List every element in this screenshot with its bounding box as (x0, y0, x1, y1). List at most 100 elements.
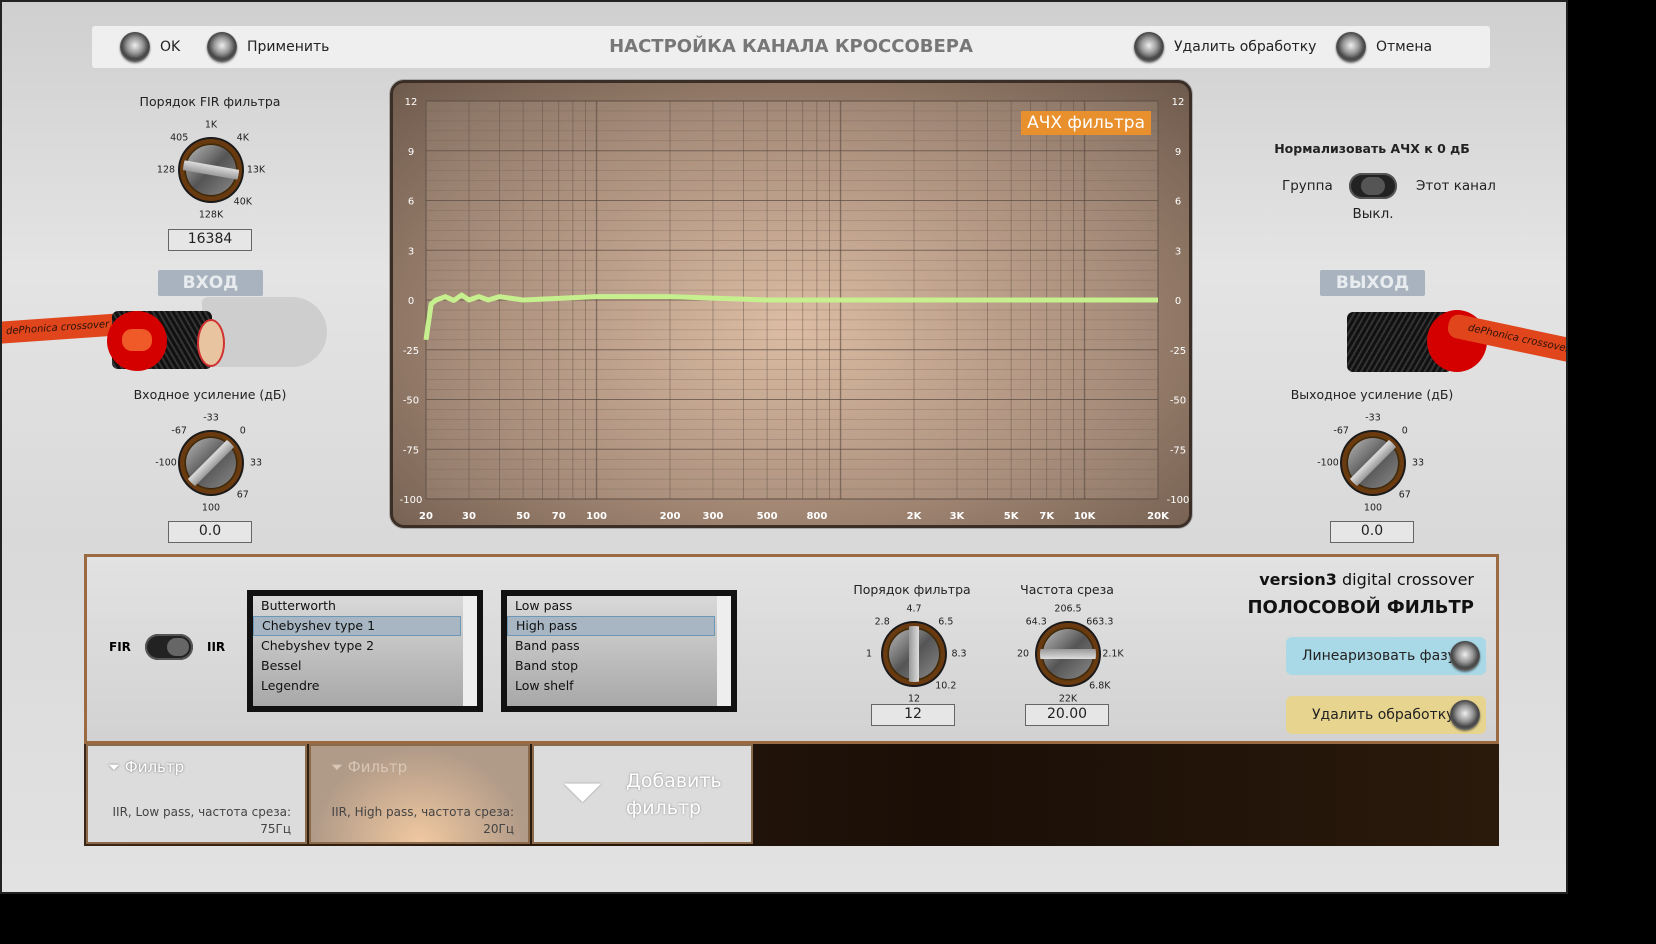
filter-tab-title: ⏷ Фильтр (108, 758, 184, 776)
knob-tick-label: 0 (1401, 425, 1408, 437)
add-filter-label: Добавить фильтр (626, 770, 722, 819)
top-bar: OK Применить НАСТРОЙКА КАНАЛА КРОССОВЕРА… (92, 26, 1490, 68)
scrollbar[interactable] (717, 596, 731, 706)
filter-title: Фильтр (124, 758, 185, 776)
filter-desc: IIR, High pass, частота среза: (331, 805, 514, 819)
knob-tick-label: -67 (1333, 425, 1349, 437)
list-item[interactable]: Low pass (507, 596, 715, 616)
filter-tab-1[interactable]: ⏷ Фильтр IIR, Low pass, частота среза: 75… (86, 744, 307, 844)
knob-dial[interactable] (883, 623, 945, 685)
normalize-label: Нормализовать АЧХ к 0 дБ (1274, 141, 1470, 156)
normalize-toggle[interactable] (1349, 173, 1397, 199)
knob-tick-label: 1 (865, 648, 873, 660)
filter-mode-list[interactable]: Low pass High pass Band pass Band stop Low s… (501, 590, 737, 712)
list-item[interactable]: Legendre (253, 676, 461, 696)
filter-freq: 20Гц (483, 822, 514, 836)
knob-dial[interactable] (180, 139, 242, 201)
remove-processing-button[interactable]: Удалить обработку (1134, 32, 1316, 62)
brand-bold: version3 (1259, 570, 1337, 589)
knob-tick-label: 128 (156, 164, 176, 176)
iir-label: IIR (207, 640, 226, 654)
knob-tick-label: 100 (201, 502, 221, 514)
knob-tick-label: 20 (1016, 648, 1030, 660)
cutoff-frequency-value[interactable]: 20.00 (1025, 704, 1109, 726)
linearize-label: Линеаризовать фазу (1302, 648, 1456, 664)
y-tick-label-right: 6 (1175, 197, 1181, 208)
y-tick-label-right: -25 (1170, 346, 1186, 357)
knob-tick-label: 6.5 (938, 616, 954, 628)
y-tick-label-right: -100 (1167, 495, 1189, 506)
knob-tick-label: 663.3 (1086, 616, 1114, 628)
x-tick-label: 500 (757, 511, 778, 522)
list-item[interactable]: Band stop (507, 656, 715, 676)
y-tick-label-left: -100 (400, 495, 423, 506)
chart-title: АЧХ фильтра (1021, 111, 1151, 135)
fir-order-knob[interactable]: 128 405 1K 4K 13K 40K 128K (157, 120, 265, 221)
filter-title: Фильтр (347, 758, 408, 776)
fir-label: FIR (109, 640, 131, 654)
output-gain-knob[interactable]: -100 -67 -33 0 33 67 100 (1317, 413, 1424, 514)
fir-order-label: Порядок FIR фильтра (139, 94, 281, 109)
input-gain-value[interactable]: 0.0 (168, 521, 252, 543)
x-tick-label: 800 (806, 511, 827, 522)
knob-tick-label: -67 (171, 425, 187, 437)
y-tick-label-right: 12 (1172, 97, 1185, 108)
filter-order-value[interactable]: 12 (871, 704, 955, 726)
x-tick-label: 200 (660, 511, 681, 522)
knob-tick-label: 4K (236, 132, 249, 144)
filter-tab-2-selected[interactable]: ⏷ Фильтр IIR, High pass, частота среза: 2… (309, 744, 530, 844)
list-item[interactable]: Band pass (507, 636, 715, 656)
y-tick-label-left: 9 (408, 147, 414, 158)
list-item[interactable]: Low shelf (507, 676, 715, 696)
knob-tick-label: 6.8K (1089, 680, 1111, 692)
knob-tick-label: -100 (1317, 457, 1339, 469)
chart-svg: 12 129 96 63 30 0-25 -25-50 -50-75 -75-100 -10020… (400, 97, 1189, 522)
x-tick-label: 7K (1039, 511, 1055, 522)
remove-filter-processing-button[interactable]: Удалить обработку (1286, 696, 1486, 734)
knob-tick-label: 40K (233, 196, 252, 208)
funnel-icon: ⏷ (331, 758, 344, 776)
y-tick-label-right: 3 (1175, 246, 1181, 257)
list-item[interactable]: High pass (507, 616, 715, 636)
scrollbar[interactable] (463, 596, 477, 706)
cancel-button[interactable]: Отмена (1336, 32, 1432, 62)
output-label: ВЫХОД (1320, 270, 1425, 296)
linearize-phase-button[interactable]: Линеаризовать фазу (1286, 637, 1486, 675)
led-button-icon (1336, 32, 1366, 62)
cutoff-frequency-knob[interactable]: 20 64.3 206.5 663.3 2.1K 6.8K 22K (1017, 604, 1124, 705)
group-label: Группа (1282, 178, 1333, 194)
y-tick-label-left: 6 (408, 197, 414, 208)
list-item[interactable]: Chebyshev type 1 (253, 616, 461, 636)
knob-tick-label: 128K (198, 209, 224, 221)
toggle-state-label: Выкл. (1352, 206, 1394, 222)
x-tick-label: 30 (462, 511, 476, 522)
knob-tick-label: 206.5 (1054, 603, 1082, 615)
knob-tick-label: 4.7 (906, 603, 922, 615)
funnel-icon: ⏷ (562, 762, 604, 822)
y-tick-label-right: 9 (1175, 147, 1181, 158)
knob-dial[interactable] (1037, 623, 1099, 685)
filter-order-knob[interactable]: 1 2.8 4.7 6.5 8.3 10.2 12 (866, 604, 967, 705)
input-cable-jack: dePhonica crossover (2, 297, 337, 382)
knob-tick-label: 100 (1363, 502, 1383, 514)
fir-order-value[interactable]: 16384 (168, 229, 252, 251)
led-button-icon (1134, 32, 1164, 62)
filter-type-list[interactable]: Butterworth Chebyshev type 1 Chebyshev typ… (247, 590, 483, 712)
knob-dial[interactable] (1342, 432, 1404, 494)
fir-iir-toggle[interactable] (145, 634, 193, 660)
knob-tick-label: 12 (907, 693, 921, 705)
knob-dial[interactable] (180, 432, 242, 494)
list-item[interactable]: Butterworth (253, 596, 461, 616)
y-tick-label-right: 0 (1175, 296, 1181, 307)
y-tick-label-left: -25 (403, 346, 419, 357)
list-item[interactable]: Chebyshev type 2 (253, 636, 461, 656)
input-gain-knob[interactable]: -100 -67 -33 0 33 67 100 (155, 413, 262, 514)
knob-tick-label: 1K (204, 119, 218, 131)
add-filter-button[interactable]: ⏷ Добавить фильтр (532, 744, 753, 844)
output-gain-value[interactable]: 0.0 (1330, 521, 1414, 543)
cancel-label: Отмена (1376, 39, 1433, 55)
led-button-icon (1450, 641, 1480, 671)
list-item[interactable]: Bessel (253, 656, 461, 676)
filter-order-label: Порядок фильтра (853, 582, 971, 597)
x-tick-label: 3K (950, 511, 966, 522)
